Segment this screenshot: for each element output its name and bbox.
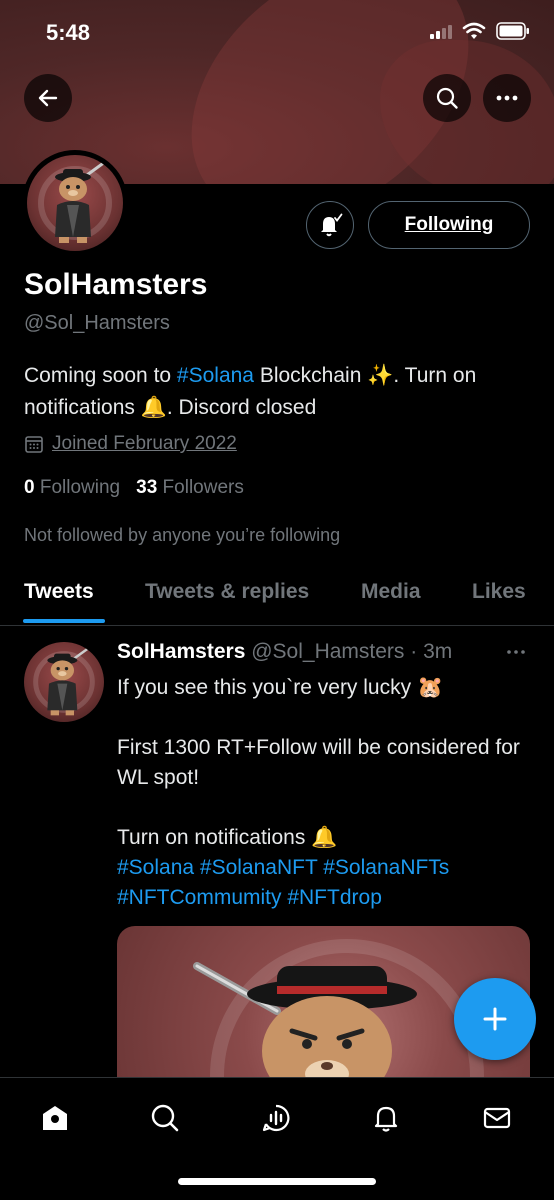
home-icon xyxy=(43,1106,67,1130)
follow-counts: 0 Following 33 Followers xyxy=(24,477,244,499)
status-time: 5:48 xyxy=(46,20,91,45)
bio-text: Coming soon to xyxy=(24,364,177,387)
tweet-line: First 1300 RT+Follow will be considered … xyxy=(117,736,520,789)
home-indicator xyxy=(178,1178,376,1185)
tab-media[interactable]: Media xyxy=(361,580,421,604)
calendar-icon xyxy=(25,436,43,453)
tweet-author-name[interactable]: SolHamsters xyxy=(117,640,245,663)
profile-avatar[interactable] xyxy=(22,150,128,256)
more-horizontal-icon xyxy=(496,95,518,101)
nav-messages[interactable] xyxy=(479,1100,515,1136)
tweet-hashtags[interactable]: #Solana #SolanaNFT #SolanaNFTs xyxy=(117,853,527,883)
tweet-line: Turn on notifications 🔔 xyxy=(117,826,338,849)
tweet-hashtags[interactable]: #NFTCommumity #NFTdrop xyxy=(117,883,527,913)
search-icon xyxy=(436,87,458,109)
following-button[interactable]: Following xyxy=(368,201,530,249)
profile-handle: @Sol_Hamsters xyxy=(24,312,170,334)
tab-tweets-replies[interactable]: Tweets & replies xyxy=(145,580,309,604)
wifi-icon xyxy=(462,22,486,39)
mail-icon xyxy=(483,1107,511,1129)
following-count-link[interactable]: 0 Following xyxy=(24,477,120,499)
tweet-line: If you see this you`re very lucky 🐹 xyxy=(117,676,444,699)
nav-search[interactable] xyxy=(147,1100,183,1136)
tweet-author-handle: @Sol_Hamsters xyxy=(251,640,405,663)
battery-icon xyxy=(496,22,529,40)
joined-date: Joined February 2022 xyxy=(24,433,237,455)
arrow-left-icon xyxy=(38,89,58,107)
active-tab-indicator xyxy=(23,619,105,623)
joined-text: Joined February 2022 xyxy=(52,433,237,454)
tweet-header: SolHamsters @Sol_Hamsters · 3m xyxy=(117,640,452,664)
tweet-avatar[interactable] xyxy=(24,642,104,722)
back-button[interactable] xyxy=(24,74,72,122)
tab-tweets[interactable]: Tweets xyxy=(24,580,94,604)
bell-check-icon xyxy=(321,213,343,237)
nav-notifications[interactable] xyxy=(368,1100,404,1136)
tweet-time: · 3m xyxy=(410,640,453,663)
status-icons xyxy=(430,22,530,40)
followed-by-info: Not followed by anyone you’re following xyxy=(24,525,341,545)
followers-count-link[interactable]: 33 Followers xyxy=(136,477,244,499)
signal-icon xyxy=(430,23,452,39)
plus-icon xyxy=(483,1007,507,1031)
profile-tabs: Tweets Tweets & replies Media Likes xyxy=(0,560,554,626)
tweet-text: If you see this you`re very lucky 🐹 Firs… xyxy=(117,673,527,913)
more-options-button[interactable] xyxy=(483,74,531,122)
nav-spaces[interactable] xyxy=(258,1100,294,1136)
hamster-avatar-image xyxy=(38,157,112,243)
tweet-more-button[interactable] xyxy=(506,638,526,661)
nav-home[interactable] xyxy=(37,1100,73,1136)
bell-icon xyxy=(374,1106,398,1132)
search-icon xyxy=(151,1104,179,1132)
notifications-toggle-button[interactable] xyxy=(306,201,354,249)
spaces-icon xyxy=(262,1104,290,1132)
more-horizontal-icon xyxy=(507,650,525,654)
tab-likes[interactable]: Likes xyxy=(472,580,526,604)
profile-name: SolHamsters xyxy=(24,268,208,301)
profile-bio: Coming soon to #Solana Blockchain ✨. Tur… xyxy=(24,360,524,424)
bio-hashtag-link[interactable]: #Solana xyxy=(177,364,254,387)
search-button[interactable] xyxy=(423,74,471,122)
compose-tweet-button[interactable] xyxy=(454,978,536,1060)
hamster-avatar-image xyxy=(33,644,95,716)
status-bar: 5:48 xyxy=(0,0,554,66)
